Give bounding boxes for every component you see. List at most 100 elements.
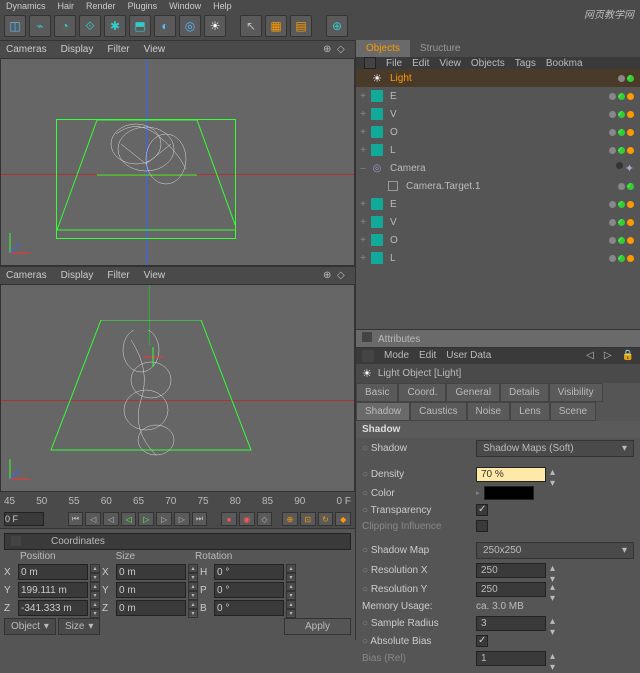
om-objects[interactable]: Objects — [471, 58, 505, 69]
generator-icon[interactable]: ⟐ — [79, 15, 101, 37]
rot-h-input[interactable] — [214, 564, 284, 580]
keyframe-sel-button[interactable]: ◇ — [257, 512, 273, 526]
vp2-display[interactable]: Display — [61, 270, 94, 281]
menu-hair[interactable]: Hair — [58, 1, 75, 11]
tree-l1[interactable]: +L — [356, 141, 640, 159]
vis-dot[interactable] — [618, 255, 625, 262]
vp1-view[interactable]: View — [144, 44, 166, 55]
spline-icon[interactable]: ⌁ — [29, 15, 51, 37]
layer-dot[interactable] — [618, 75, 625, 82]
tree-o1[interactable]: +O — [356, 123, 640, 141]
layer-dot[interactable] — [609, 201, 616, 208]
layer-dot[interactable] — [609, 237, 616, 244]
tree-e2[interactable]: +E — [356, 195, 640, 213]
pos-y-input[interactable] — [18, 582, 88, 598]
tree-camera-target[interactable]: Camera.Target.1 — [356, 177, 640, 195]
vp1-nav2-icon[interactable]: ◇ — [337, 44, 349, 56]
spinner[interactable]: ▴▾ — [188, 600, 198, 616]
om-edit[interactable]: Edit — [412, 58, 429, 69]
current-frame-input[interactable] — [4, 512, 44, 526]
atab-noise[interactable]: Noise — [467, 402, 511, 421]
tab-objects[interactable]: Objects — [356, 40, 410, 57]
spinner[interactable]: ▴▾ — [550, 651, 560, 666]
absbias-checkbox[interactable] — [476, 635, 488, 647]
tree-v2[interactable]: +V — [356, 213, 640, 231]
tag-dot[interactable] — [627, 201, 634, 208]
expand-icon[interactable]: + — [358, 253, 368, 264]
vis-dot[interactable] — [618, 237, 625, 244]
atab-shadow[interactable]: Shadow — [356, 402, 410, 421]
vp2-filter[interactable]: Filter — [107, 270, 129, 281]
tag-dot[interactable] — [627, 111, 634, 118]
layer-dot[interactable] — [609, 219, 616, 226]
spinner[interactable]: ▴▾ — [90, 600, 100, 616]
target-tag-icon[interactable]: ✦ — [625, 162, 634, 175]
spinner[interactable]: ▴▾ — [188, 582, 198, 598]
vis-dot[interactable] — [618, 201, 625, 208]
autokey-button[interactable]: ◉ — [239, 512, 255, 526]
atab-basic[interactable]: Basic — [356, 383, 398, 402]
spinner[interactable]: ▴▾ — [550, 563, 560, 578]
rot-b-input[interactable] — [214, 600, 284, 616]
play-button[interactable]: ▷ — [138, 512, 154, 526]
layer-dot[interactable] — [609, 129, 616, 136]
tag-dot[interactable] — [627, 93, 634, 100]
deformer-icon[interactable]: ⬒ — [129, 15, 151, 37]
tag-dot[interactable] — [627, 255, 634, 262]
expand-icon[interactable]: + — [358, 235, 368, 246]
vis-dot[interactable] — [618, 111, 625, 118]
size-z-input[interactable] — [116, 600, 186, 616]
color-swatch[interactable] — [484, 486, 534, 500]
spinner[interactable]: ▴▾ — [286, 582, 296, 598]
layer-dot[interactable] — [609, 147, 616, 154]
generator2-icon[interactable]: ✱ — [104, 15, 126, 37]
scale-key-icon[interactable]: ⊡ — [300, 512, 316, 526]
tag-dot[interactable] — [627, 147, 634, 154]
shadow-type-dropdown[interactable]: Shadow Maps (Soft)▾ — [476, 440, 634, 457]
density-input[interactable] — [476, 467, 546, 482]
menu-plugins[interactable]: Plugins — [128, 1, 158, 11]
prev-key-button[interactable]: ◁ — [85, 512, 101, 526]
render-settings-icon[interactable]: ▤ — [290, 15, 312, 37]
expand-icon[interactable]: + — [358, 145, 368, 156]
transparency-checkbox[interactable] — [476, 504, 488, 516]
subdivision-icon[interactable]: ◔ — [54, 15, 76, 37]
vp1-cameras[interactable]: Cameras — [6, 44, 47, 55]
goto-end-button[interactable]: ⏭ — [192, 512, 208, 526]
spinner[interactable]: ▴▾ — [550, 582, 560, 597]
resx-input[interactable] — [476, 563, 546, 578]
tag-dot[interactable] — [627, 237, 634, 244]
nav-back-icon[interactable]: ◁ — [586, 350, 594, 362]
vp1-filter[interactable]: Filter — [107, 44, 129, 55]
layer-dot[interactable] — [609, 111, 616, 118]
atab-details[interactable]: Details — [500, 383, 549, 402]
expand-icon[interactable]: + — [358, 91, 368, 102]
atab-caustics[interactable]: Caustics — [410, 402, 466, 421]
content-browser-icon[interactable]: ⊕ — [326, 15, 348, 37]
tree-o2[interactable]: +O — [356, 231, 640, 249]
tree-v1[interactable]: +V — [356, 105, 640, 123]
vis-dot[interactable] — [618, 129, 625, 136]
goto-start-button[interactable]: ⏮ — [68, 512, 84, 526]
nav-fwd-icon[interactable]: ▷ — [604, 350, 612, 362]
tree-e1[interactable]: +E — [356, 87, 640, 105]
om-tags[interactable]: Tags — [515, 58, 536, 69]
spinner[interactable]: ▴▾ — [286, 564, 296, 580]
spinner[interactable]: ▴▾ — [90, 564, 100, 580]
vp2-nav-icon[interactable]: ⊕ — [323, 270, 335, 282]
vp1-display[interactable]: Display — [61, 44, 94, 55]
spinner[interactable]: ▴▾ — [90, 582, 100, 598]
spinner[interactable]: ▴▾ — [550, 467, 560, 482]
menu-render[interactable]: Render — [86, 1, 116, 11]
tree-light[interactable]: ☀Light — [356, 69, 640, 87]
expand-icon[interactable]: + — [358, 217, 368, 228]
spinner[interactable]: ▴▾ — [550, 616, 560, 631]
coord-mode-dropdown[interactable]: Object▾ — [4, 618, 56, 635]
sample-input[interactable] — [476, 616, 546, 631]
light-tool-icon[interactable]: ☀ — [204, 15, 226, 37]
play-back-button[interactable]: ◁ — [121, 512, 137, 526]
param-key-icon[interactable]: ◆ — [335, 512, 351, 526]
environment-icon[interactable]: ◐ — [154, 15, 176, 37]
cursor-icon[interactable]: ↖ — [240, 15, 262, 37]
om-bookmarks[interactable]: Bookma — [546, 58, 583, 69]
